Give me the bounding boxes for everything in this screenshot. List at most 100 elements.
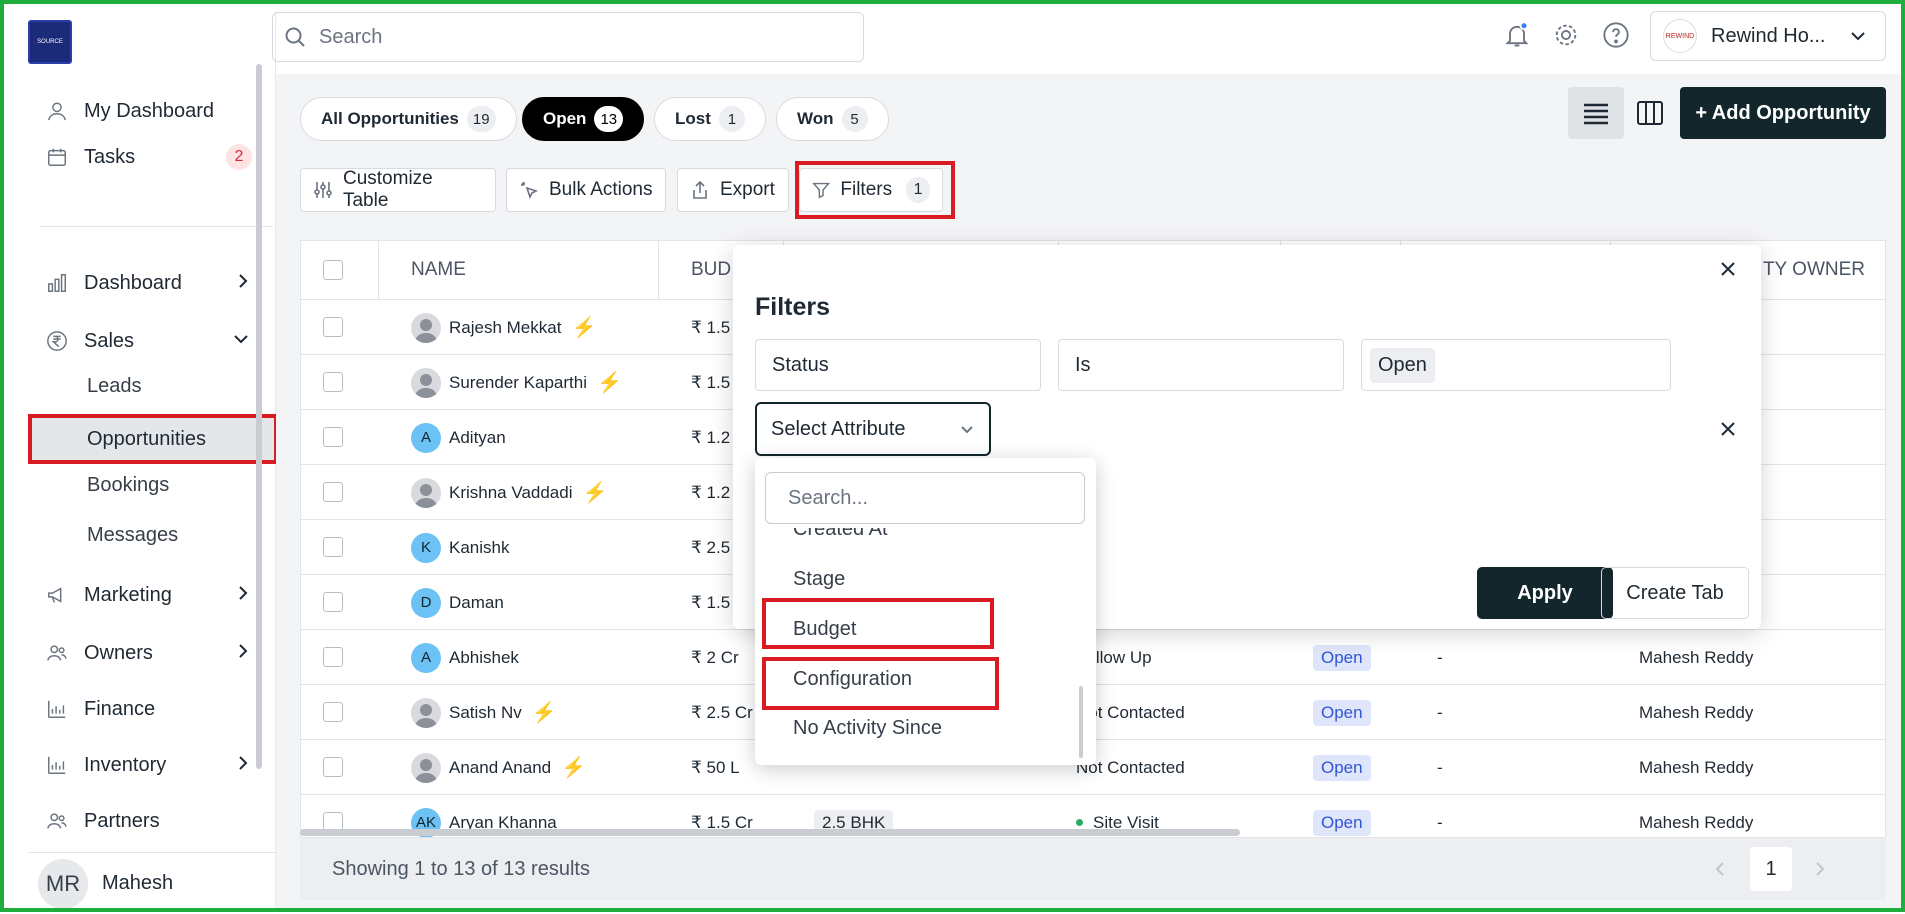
other-cell: - [1437,647,1443,667]
results-summary: Showing 1 to 13 of 13 results [332,858,590,881]
attribute-search-input[interactable]: Search... [765,472,1085,524]
attribute-option-stage[interactable]: Stage [793,568,845,591]
column-header-name[interactable]: NAME [379,241,659,299]
close-icon[interactable] [1713,254,1743,284]
sidebar-item-leads[interactable]: Leads [28,364,278,408]
row-checkbox[interactable] [323,537,343,557]
name-cell[interactable]: Krishna Vaddadi ⚡ [411,465,607,520]
row-checkbox[interactable] [323,647,343,667]
add-opportunity-button[interactable]: + Add Opportunity [1680,87,1886,139]
owner-cell: Mahesh Reddy [1639,702,1754,722]
notification-bell-icon[interactable] [1500,18,1534,52]
sidebar-item-inventory[interactable]: Inventory [28,744,268,786]
row-checkbox[interactable] [323,317,343,337]
name-cell[interactable]: A Abhishek [411,630,519,685]
row-checkbox[interactable] [323,427,343,447]
apply-button[interactable]: Apply [1477,567,1613,619]
avatar: MR [38,858,88,909]
user-icon [42,96,72,126]
cursor-click-icon [521,182,539,200]
row-checkbox[interactable] [323,757,343,777]
row-checkbox[interactable] [323,592,343,612]
owner-cell: Mahesh Reddy [1639,812,1754,832]
sidebar-item-messages[interactable]: Messages [28,513,278,557]
customize-table-button[interactable]: Customize Table [300,168,496,212]
filter-attribute-field[interactable]: Status [755,339,1041,391]
prev-page-icon[interactable] [1698,847,1742,891]
attribute-option-no-activity-since[interactable]: No Activity Since [793,717,942,740]
tab-count: 13 [594,106,624,132]
budget-cell: ₹ 2.5 [691,537,731,557]
other-cell: - [1437,702,1443,722]
lightning-icon: ⚡ [561,757,587,779]
row-checkbox[interactable] [323,482,343,502]
sidebar-item-label: Inventory [84,753,167,776]
bulk-actions-label: Bulk Actions [549,179,653,200]
tab-open[interactable]: Open 13 [522,97,645,141]
tab-all-opportunities[interactable]: All Opportunities 19 [300,97,517,141]
logo-text: SOURCE [37,39,63,45]
sidebar-item-marketing[interactable]: Marketing [28,574,268,616]
sidebar-item-label: Dashboard [84,271,182,294]
buildings-icon [42,750,72,780]
next-page-icon[interactable] [1798,847,1842,891]
name-cell[interactable]: Anand Anand ⚡ [411,740,586,795]
company-logo[interactable]: SOURCE [28,20,72,64]
search-input[interactable]: Search [272,12,864,62]
sidebar-item-opportunities[interactable]: Opportunities [28,414,278,464]
select-attribute-dropdown[interactable]: Select Attribute [755,402,991,456]
create-tab-button[interactable]: Create Tab [1601,567,1749,619]
name-cell[interactable]: K Kanishk [411,520,509,575]
sidebar-scrollbar[interactable] [256,64,262,769]
row-checkbox[interactable] [323,702,343,722]
sidebar-item-partners[interactable]: Partners [28,800,268,842]
sidebar-item-my-dashboard[interactable]: My Dashboard [28,90,268,132]
contact-name: Adityan [449,427,506,447]
horizontal-scrollbar[interactable] [300,829,1240,836]
rupee-icon [42,326,72,356]
name-cell[interactable]: Rajesh Mekkat ⚡ [411,300,596,355]
sidebar-item-sales[interactable]: Sales [28,320,268,362]
configuration-highlight-box [762,657,999,710]
column-view-button[interactable] [1622,87,1678,139]
user-profile[interactable]: MR Mahesh [28,852,278,914]
tab-won[interactable]: Won 5 [776,97,889,141]
row-checkbox[interactable] [323,372,343,392]
chevron-right-icon [236,583,250,609]
tab-lost[interactable]: Lost 1 [654,97,766,141]
list-view-button[interactable] [1568,87,1624,139]
account-switcher[interactable]: REWIND Rewind Ho... [1650,11,1886,61]
chevron-down-icon [1851,32,1865,41]
sidebar-item-tasks[interactable]: Tasks 2 [28,136,268,178]
page-number-button[interactable]: 1 [1750,847,1792,891]
name-cell[interactable]: A Adityan [411,410,506,465]
lightning-icon: ⚡ [582,482,608,504]
remove-filter-icon[interactable] [1713,414,1743,444]
sidebar: SOURCE My Dashboard Tasks 2 Dashboard Sa… [14,12,278,909]
dropdown-scrollbar[interactable] [1079,686,1083,758]
export-button[interactable]: Export [677,168,789,212]
name-cell[interactable]: D Daman [411,575,504,630]
bulk-actions-button[interactable]: Bulk Actions [506,168,666,212]
tab-count: 1 [718,106,745,132]
name-cell[interactable]: Satish Nv ⚡ [411,685,557,740]
name-cell[interactable]: Surender Kaparthi ⚡ [411,355,622,410]
contact-name: Satish Nv [449,702,522,722]
filter-value-field[interactable]: Open [1361,339,1671,391]
sidebar-item-dashboard[interactable]: Dashboard [28,262,268,304]
contact-name: Anand Anand [449,757,552,777]
sidebar-item-bookings[interactable]: Bookings [28,463,278,507]
tab-label: Lost [675,109,711,128]
help-icon[interactable] [1599,18,1633,52]
select-all-checkbox[interactable] [323,260,343,280]
budget-highlight-box [762,598,994,649]
settings-gear-icon[interactable] [1549,18,1583,52]
sidebar-item-finance[interactable]: Finance [28,688,268,730]
sidebar-item-owners[interactable]: Owners [28,632,268,674]
results-to-word: to [425,857,454,880]
select-attribute-label: Select Attribute [771,417,906,440]
owner-cell: Mahesh Reddy [1639,647,1754,667]
status-badge: Open [1313,644,1371,671]
filter-operator-field[interactable]: Is [1058,339,1344,391]
sidebar-item-label: Tasks [84,145,136,168]
